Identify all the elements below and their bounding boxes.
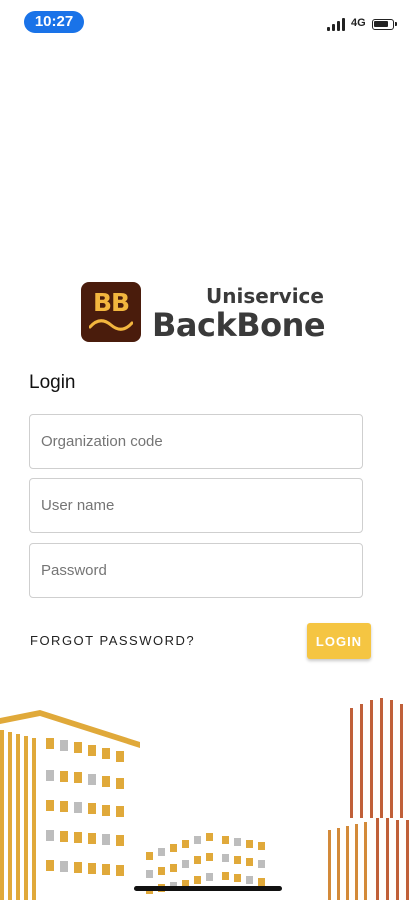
logo-mark: BB	[81, 282, 141, 342]
login-heading: Login	[29, 372, 76, 393]
right-building	[328, 698, 409, 900]
home-indicator[interactable]	[134, 886, 282, 891]
brand-subtitle: Uniservice	[206, 284, 324, 308]
password-input[interactable]	[30, 544, 362, 597]
user-name-input[interactable]	[30, 479, 362, 532]
status-time: 10:27	[24, 11, 84, 33]
network-type: 4G	[351, 17, 366, 29]
left-building	[0, 710, 140, 900]
organization-code-input[interactable]	[30, 415, 362, 468]
logo-mark-text: BB	[92, 288, 130, 317]
signal-icon	[327, 18, 347, 31]
city-buildings-illustration	[0, 698, 409, 900]
forgot-password-link[interactable]: FORGOT PASSWORD?	[30, 633, 195, 648]
user-name-field	[29, 478, 363, 533]
battery-icon	[372, 19, 397, 30]
login-button[interactable]: LOGIN	[307, 623, 371, 659]
wave-icon	[89, 319, 133, 331]
brand-title: BackBone	[152, 306, 326, 344]
organization-code-field	[29, 414, 363, 469]
password-field	[29, 543, 363, 598]
status-bar: 10:27 4G	[0, 0, 415, 44]
